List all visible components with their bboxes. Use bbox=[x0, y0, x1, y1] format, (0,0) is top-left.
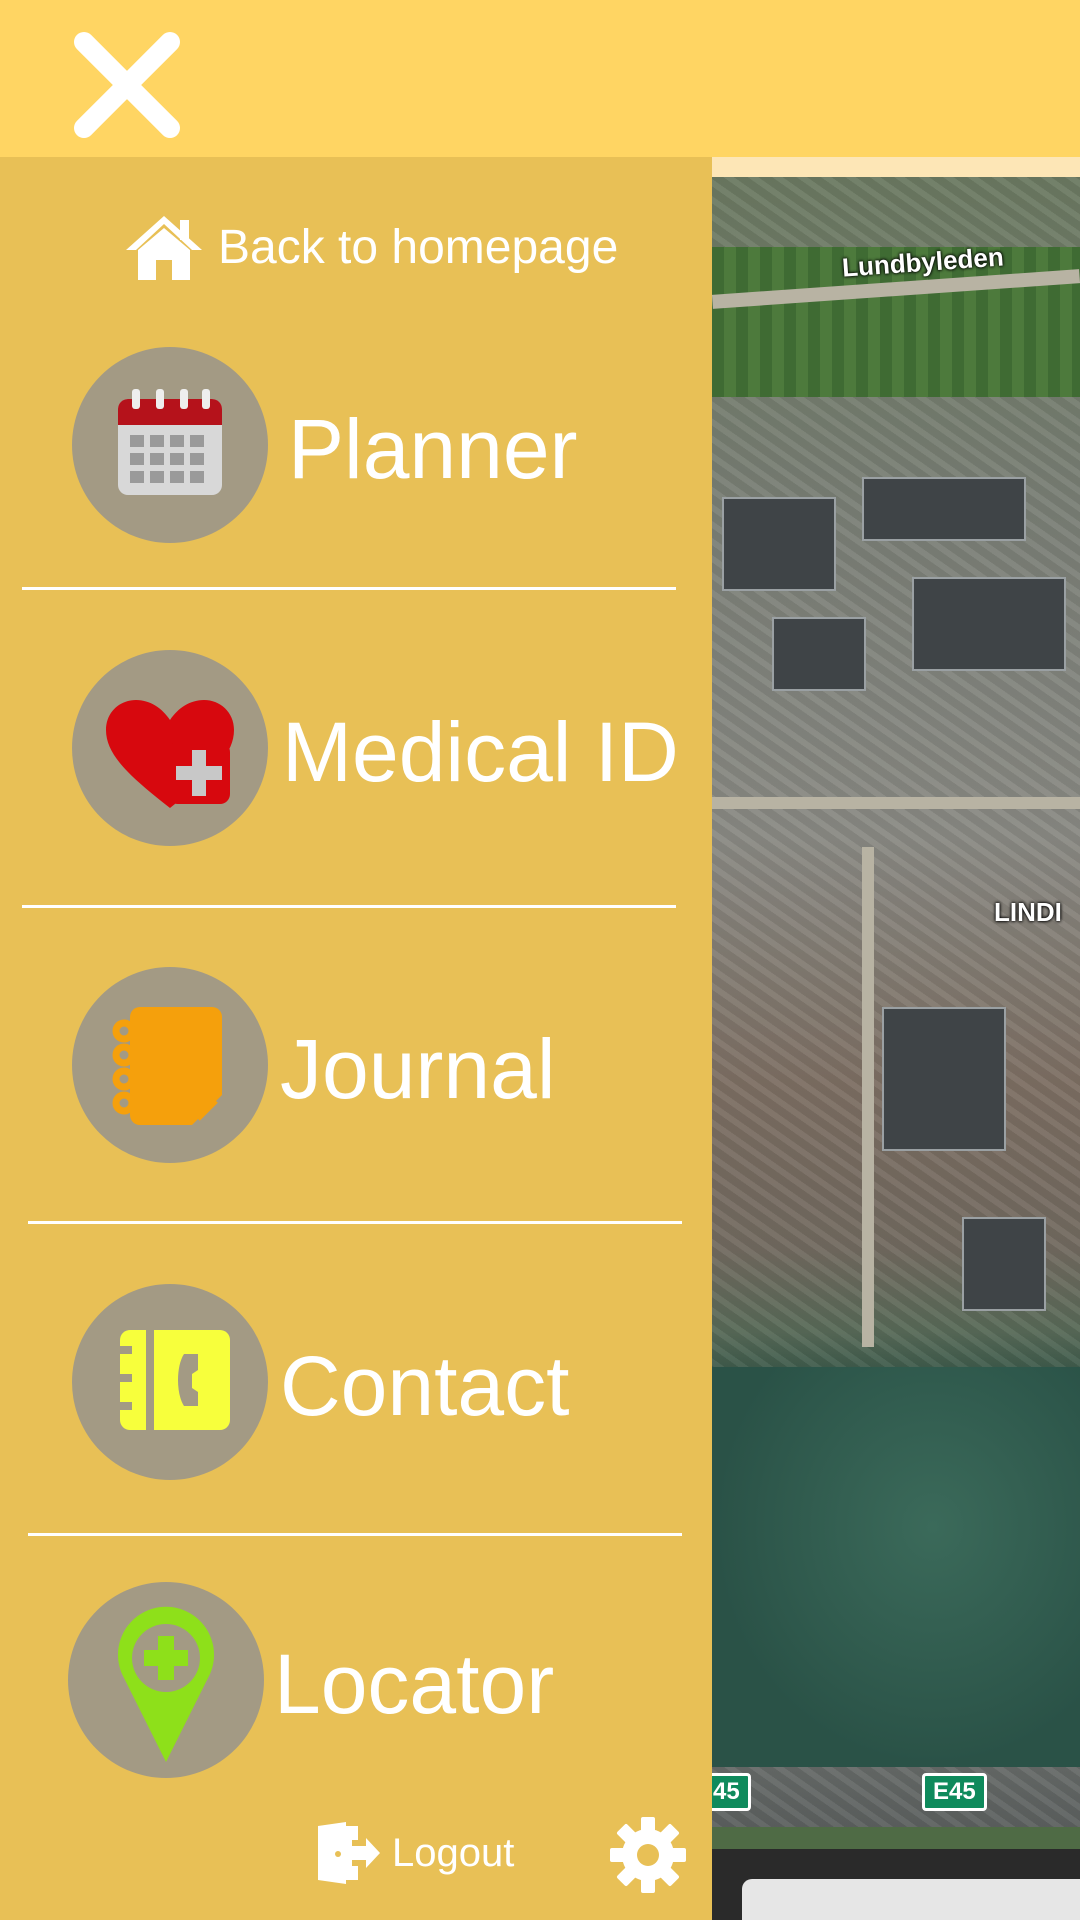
river bbox=[712, 1367, 1080, 1767]
journal-label: Journal bbox=[280, 1022, 556, 1116]
home-icon bbox=[126, 216, 202, 280]
contact-label: Contact bbox=[280, 1339, 570, 1433]
calendar-icon bbox=[118, 389, 222, 495]
location-pin-plus-icon bbox=[118, 1606, 214, 1762]
back-to-homepage-label: Back to homepage bbox=[218, 220, 619, 274]
logout-label: Logout bbox=[392, 1830, 515, 1875]
divider bbox=[28, 1221, 682, 1224]
divider bbox=[22, 905, 676, 908]
divider bbox=[22, 587, 676, 590]
close-icon bbox=[74, 32, 180, 138]
divider bbox=[28, 1533, 682, 1536]
map-view[interactable]: Lundbyleden LINDI 45 E45 bbox=[712, 157, 1080, 1920]
menu-item-locator[interactable]: Locator bbox=[0, 1582, 712, 1782]
contact-book-icon bbox=[112, 1330, 230, 1430]
settings-button[interactable] bbox=[608, 1815, 688, 1895]
locator-label: Locator bbox=[274, 1637, 555, 1731]
menu-item-journal[interactable]: Journal bbox=[0, 967, 712, 1167]
road-sign: 45 bbox=[712, 1773, 751, 1811]
menu-item-contact[interactable]: Contact bbox=[0, 1284, 712, 1484]
logout-icon bbox=[318, 1822, 380, 1884]
heart-plus-icon bbox=[106, 700, 234, 808]
close-menu-button[interactable] bbox=[72, 30, 182, 140]
logout-button[interactable]: Logout bbox=[312, 1813, 514, 1893]
planner-label: Planner bbox=[288, 402, 578, 496]
menu-item-medical-id[interactable]: Medical ID bbox=[0, 650, 712, 850]
menu-item-planner[interactable]: Planner bbox=[0, 347, 712, 547]
medical-id-label: Medical ID bbox=[282, 705, 679, 799]
top-bar bbox=[0, 0, 1080, 157]
map-label-area: LINDI bbox=[994, 897, 1062, 927]
navigation-drawer: Back to homepage Planner Medical ID Jour… bbox=[0, 157, 712, 1920]
back-to-homepage-link[interactable]: Back to homepage bbox=[122, 207, 618, 287]
gear-icon bbox=[610, 1817, 686, 1893]
road-sign: E45 bbox=[922, 1773, 987, 1811]
notebook-icon bbox=[112, 1007, 222, 1125]
drawer-footer: Logout bbox=[0, 1809, 712, 1909]
